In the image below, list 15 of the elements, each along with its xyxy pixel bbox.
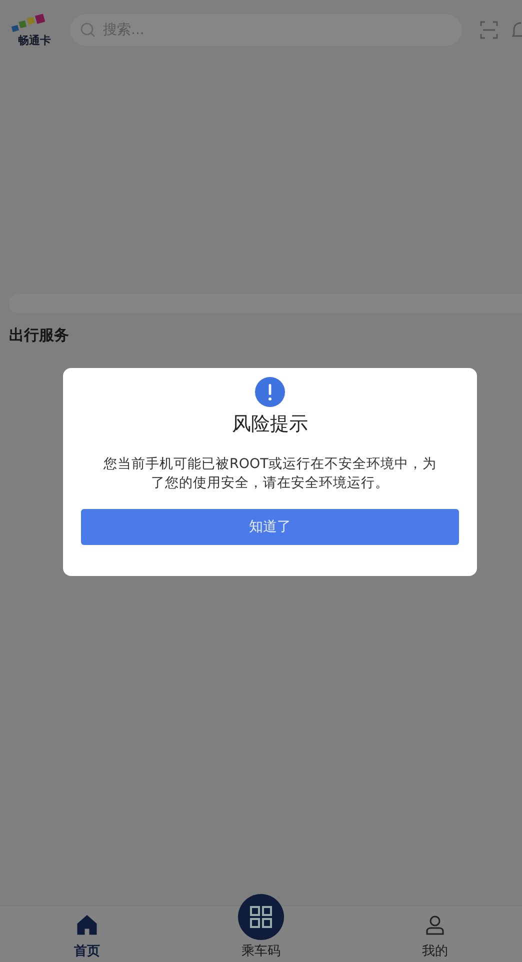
bell-icon[interactable]	[512, 21, 522, 39]
tab-item[interactable]: 乘车码	[174, 892, 348, 962]
tab-item[interactable]: 我的	[348, 892, 522, 962]
alert-icon	[255, 377, 285, 407]
dialog-title: 风险提示	[232, 412, 308, 437]
home-icon	[76, 914, 98, 936]
dialog-message: 您当前手机可能已被ROOT或运行在不安全环境中，为了您的使用安全，请在安全环境运行。	[102, 455, 438, 493]
person-icon	[424, 914, 446, 936]
qr-code-button[interactable]	[238, 894, 284, 940]
section-title: 出行服务	[9, 326, 70, 345]
confirm-button[interactable]: 知道了	[81, 509, 459, 545]
tab-item[interactable]: 首页	[0, 892, 174, 962]
logo-text: 畅通卡	[18, 35, 51, 47]
scan-icon[interactable]	[480, 21, 498, 39]
qr-code-icon	[249, 905, 273, 929]
